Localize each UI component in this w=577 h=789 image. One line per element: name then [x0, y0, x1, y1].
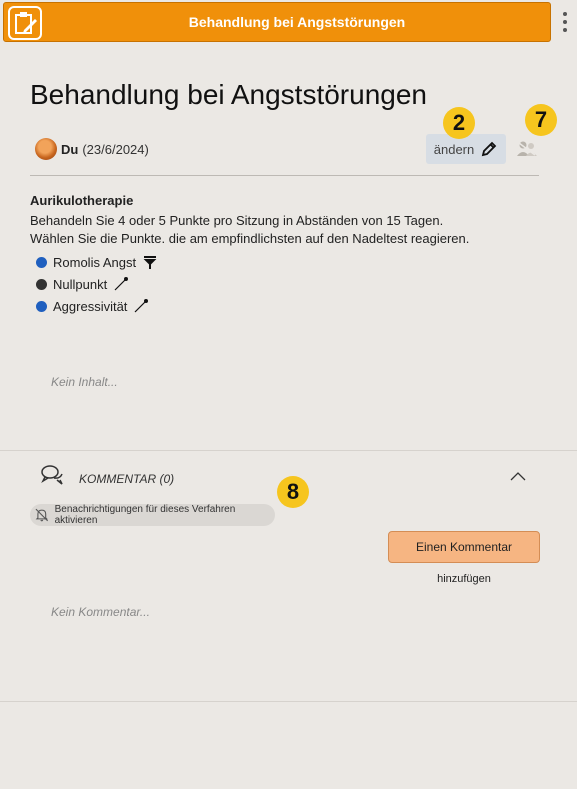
empty-content-note: Kein Inhalt... — [51, 375, 118, 389]
comments-section: KOMMENTAR (0) 8 Benachrichtigungen für d… — [0, 452, 577, 702]
chevron-up-icon[interactable] — [510, 471, 526, 481]
badge-comments: 8 — [277, 476, 309, 508]
add-comment-sublabel: hinzufügen — [437, 573, 491, 585]
list-item[interactable]: Nullpunkt — [36, 273, 158, 295]
point-label: Romolis Angst — [53, 254, 137, 270]
badge-share: 7 — [525, 104, 557, 136]
point-label: Aggressivität — [53, 298, 128, 314]
points-list: Romolis Angst Nullpunkt Aggressivität — [36, 251, 158, 317]
top-bar: Behandlung bei Angststörungen — [0, 0, 577, 46]
needle-icon — [134, 299, 149, 313]
list-item[interactable]: Aggressivität — [36, 295, 158, 317]
notify-toggle-button[interactable]: Benachrichtigungen für dieses Verfahren … — [30, 504, 275, 526]
description: Behandeln Sie 4 oder 5 Punkte pro Sitzun… — [30, 212, 469, 248]
header-title: Behandlung bei Angststörungen — [188, 14, 406, 30]
author-date: (23/6/2024) — [82, 141, 149, 157]
divider — [30, 175, 539, 176]
pencil-icon — [481, 141, 497, 157]
empty-comments-note: Kein Kommentar... — [51, 605, 150, 619]
point-dot — [36, 300, 47, 312]
clipboard-edit-icon[interactable] — [8, 6, 42, 40]
badge-edit: 2 — [443, 107, 475, 139]
point-dot — [36, 256, 47, 268]
comments-title: KOMMENTAR (0) — [79, 472, 175, 486]
kebab-menu-icon[interactable] — [558, 10, 572, 36]
tack-icon — [143, 256, 157, 269]
section-title: Aurikulotherapie — [30, 193, 134, 208]
edit-label: ändern — [433, 141, 475, 157]
author-line: Du (23/6/2024) — [35, 138, 149, 160]
bell-off-icon — [35, 508, 49, 522]
page-title: Behandlung bei Angststörungen — [30, 79, 427, 110]
title-bar: Behandlung bei Angststörungen — [3, 2, 551, 42]
description-line: Behandeln Sie 4 oder 5 Punkte pro Sitzun… — [30, 213, 444, 228]
add-comment-label: Einen Kommentar — [415, 540, 513, 554]
comments-icon — [41, 465, 63, 485]
description-line: Wählen Sie die Punkte. die am empfindlic… — [30, 231, 470, 246]
procedure-content: Behandlung bei Angststörungen Du (23/6/2… — [0, 46, 577, 451]
point-label: Nullpunkt — [53, 276, 108, 292]
list-item[interactable]: Romolis Angst — [36, 251, 158, 273]
add-comment-button[interactable]: Einen Kommentar — [388, 531, 540, 563]
point-dot — [36, 278, 47, 290]
needle-icon — [114, 277, 129, 291]
avatar — [35, 138, 57, 160]
edit-button[interactable]: ändern — [426, 134, 506, 164]
notify-label: Benachrichtigungen für dieses Verfahren … — [54, 504, 236, 526]
author-name: Du — [61, 141, 79, 157]
users-icon[interactable] — [516, 140, 538, 158]
